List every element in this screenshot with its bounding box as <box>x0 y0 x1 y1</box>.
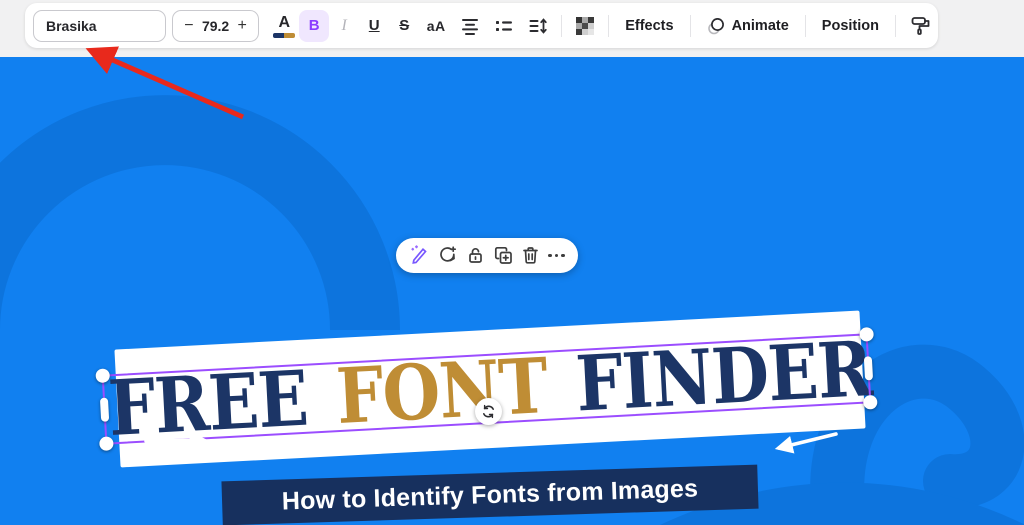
animate-button[interactable]: Animate <box>697 10 799 42</box>
bullet-list-button[interactable] <box>487 10 521 42</box>
font-size-value[interactable]: 79.2 <box>202 18 229 34</box>
line-spacing-icon <box>529 17 547 34</box>
bullet-list-icon <box>496 20 513 31</box>
more-options-button[interactable] <box>548 253 565 258</box>
underline-button[interactable]: U <box>359 10 389 42</box>
comment-button[interactable] <box>437 245 458 266</box>
width-handle-right[interactable] <box>863 356 874 381</box>
increase-font-size-button[interactable]: + <box>235 17 249 35</box>
toolbar-divider <box>689 14 691 37</box>
trash-icon <box>523 247 539 264</box>
rotate-handle[interactable] <box>475 398 502 425</box>
text-case-button[interactable]: aA <box>419 10 453 42</box>
line-spacing-button[interactable] <box>521 10 555 42</box>
canva-editor: − 79.2 + A B I U S aA <box>0 0 1024 525</box>
more-icon <box>548 253 552 258</box>
toolbar-divider <box>804 14 806 37</box>
animate-icon <box>707 18 724 35</box>
delete-button[interactable] <box>520 245 541 266</box>
magic-edit-icon <box>411 245 428 264</box>
toolbar-divider <box>561 14 563 37</box>
text-color-swatch <box>273 33 296 38</box>
lock-icon <box>469 248 482 263</box>
font-name-field[interactable] <box>33 9 166 42</box>
resize-handle-top-left[interactable] <box>95 368 111 384</box>
text-color-button[interactable]: A <box>269 10 299 42</box>
font-size-control: − 79.2 + <box>171 9 260 42</box>
position-button[interactable]: Position <box>812 10 889 42</box>
copy-style-button[interactable] <box>902 10 938 42</box>
width-handle-left[interactable] <box>99 397 110 422</box>
transparency-icon <box>576 16 595 35</box>
effects-button[interactable]: Effects <box>615 10 683 42</box>
italic-button[interactable]: I <box>329 10 359 42</box>
subtitle-text: How to Identify Fonts from Images <box>281 473 699 516</box>
lock-button[interactable] <box>465 245 486 266</box>
bold-button[interactable]: B <box>299 9 330 42</box>
design-canvas[interactable]: FREE FONT FINDER How to Identify Fonts f… <box>0 57 1024 525</box>
strikethrough-button[interactable]: S <box>389 10 419 42</box>
center-align-button[interactable] <box>453 10 487 42</box>
toolbar-divider <box>608 14 610 37</box>
center-align-icon <box>462 18 479 35</box>
text-format-toolbar: − 79.2 + A B I U S aA <box>25 3 938 48</box>
comment-icon <box>440 246 457 262</box>
animate-label: Animate <box>731 17 789 34</box>
duplicate-icon <box>494 246 512 264</box>
element-context-toolbar <box>396 238 578 273</box>
toolbar-divider <box>895 14 896 37</box>
duplicate-button[interactable] <box>493 245 514 266</box>
transparency-button[interactable] <box>568 10 602 42</box>
rotate-icon <box>483 404 494 419</box>
text-color-icon: A <box>278 14 290 31</box>
font-name-input[interactable] <box>34 17 165 34</box>
magic-edit-button[interactable] <box>409 245 430 266</box>
decrease-font-size-button[interactable]: − <box>182 17 196 35</box>
paint-roller-icon <box>911 17 929 35</box>
